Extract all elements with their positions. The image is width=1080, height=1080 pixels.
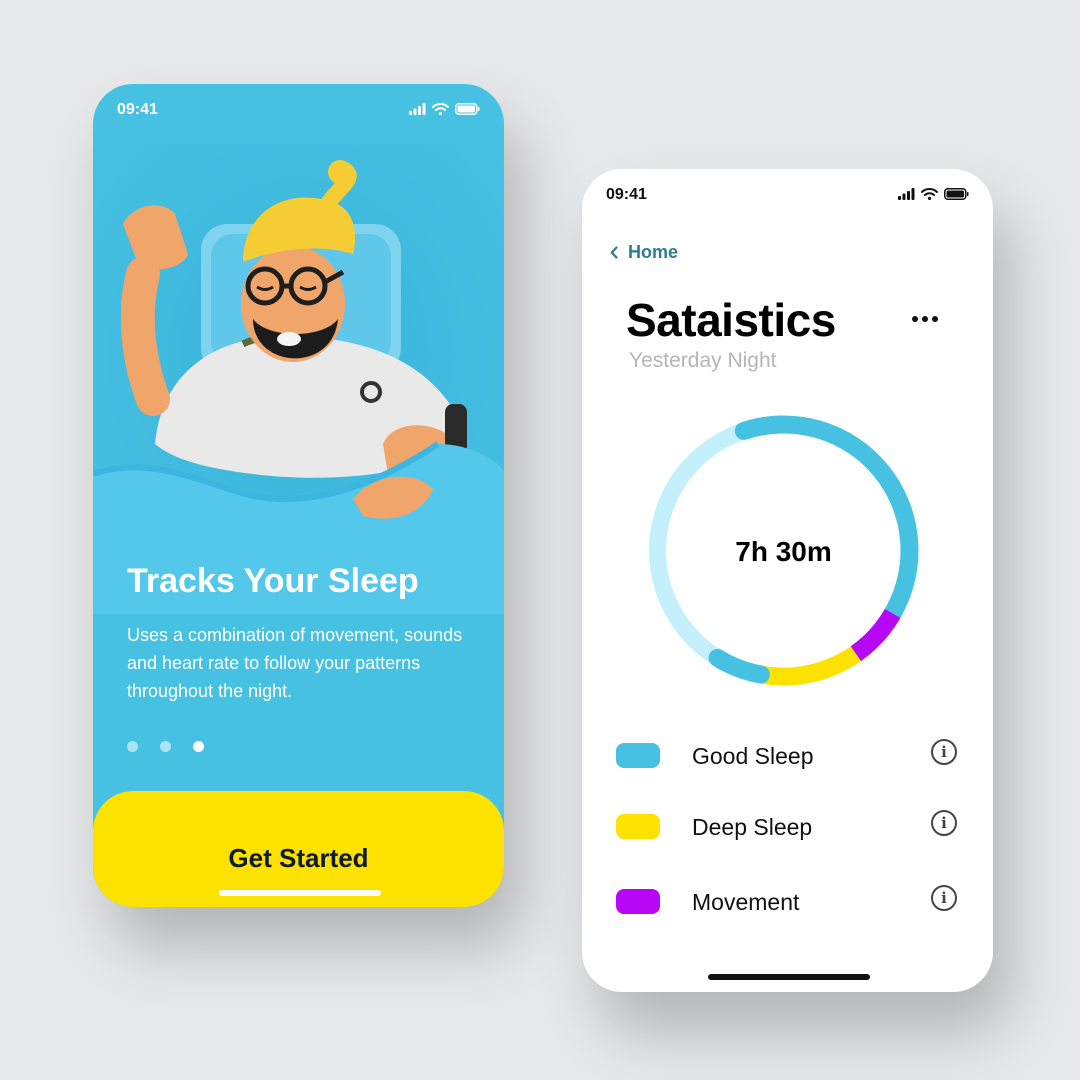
onboarding-title: Tracks Your Sleep <box>127 562 419 600</box>
home-indicator[interactable] <box>219 890 381 896</box>
onboarding-screen: 09:41 Tracks Your Sleep Uses a combinati… <box>93 84 504 907</box>
sleeping-man-illustration <box>93 144 504 614</box>
ring-segment-good-sleep <box>708 648 770 684</box>
more-options-button[interactable] <box>908 312 942 326</box>
status-bar: 09:41 <box>93 84 504 134</box>
pagination-dot-active[interactable] <box>193 741 204 752</box>
ring-segment-deep-sleep <box>759 646 861 686</box>
legend-label: Movement <box>692 889 800 915</box>
status-time: 09:41 <box>117 101 158 118</box>
page-title: Sataistics <box>626 294 836 346</box>
legend-label: Good Sleep <box>692 743 814 769</box>
page-subtitle: Yesterday Night <box>629 349 777 372</box>
statistics-screen: 09:41 Home Sataistics Yesterday Night 7h… <box>582 169 993 992</box>
legend-swatch <box>616 743 660 768</box>
pagination-dots <box>127 741 204 752</box>
back-link-label: Home <box>628 242 679 262</box>
onboarding-description: Uses a combination of movement, sounds a… <box>127 625 463 701</box>
get-started-label: Get Started <box>228 843 369 873</box>
info-icon[interactable]: i <box>931 885 957 911</box>
signal-icon <box>409 103 426 115</box>
legend-swatch <box>616 889 660 914</box>
more-horizontal-icon <box>912 316 918 322</box>
legend-swatch <box>616 814 660 839</box>
battery-icon <box>944 188 969 200</box>
wifi-icon <box>921 188 938 200</box>
chevron-left-icon <box>610 246 618 259</box>
status-bar: 09:41 <box>582 169 993 219</box>
wifi-icon <box>432 103 449 115</box>
status-icons <box>409 103 480 115</box>
legend-label: Deep Sleep <box>692 814 813 840</box>
legend-item-deep-sleep: Deep Sleep i <box>616 810 961 842</box>
more-horizontal-icon <box>922 316 928 322</box>
ring-segment-good-sleep <box>734 415 919 623</box>
legend-item-movement: Movement i <box>616 885 961 917</box>
info-icon[interactable]: i <box>931 739 957 765</box>
signal-icon <box>898 188 915 200</box>
status-time: 09:41 <box>606 186 647 203</box>
back-link[interactable]: Home <box>610 242 678 263</box>
pagination-dot[interactable] <box>160 741 171 752</box>
legend-item-good-sleep: Good Sleep i <box>616 739 961 771</box>
total-sleep-value: 7h 30m <box>735 536 832 567</box>
home-indicator[interactable] <box>708 974 870 980</box>
more-horizontal-icon <box>932 316 938 322</box>
info-icon[interactable]: i <box>931 810 957 836</box>
pagination-dot[interactable] <box>127 741 138 752</box>
battery-icon <box>455 103 480 115</box>
status-icons <box>898 188 969 200</box>
ring-segment-movement <box>850 608 901 662</box>
